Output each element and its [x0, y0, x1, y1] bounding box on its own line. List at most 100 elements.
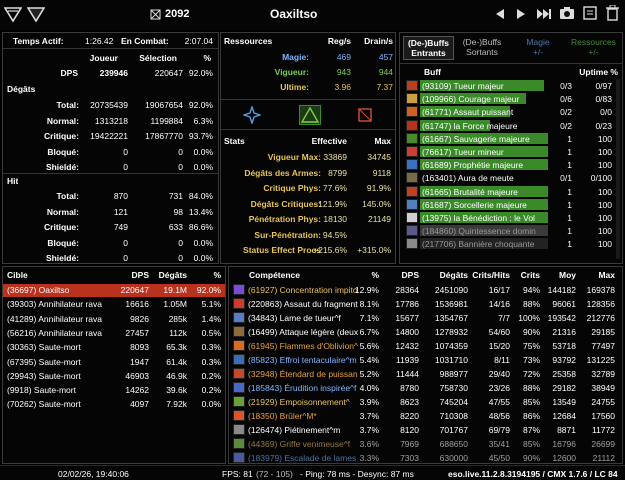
target-row[interactable]: (67395) Saute-mort 1947 61.4k 0.3%	[3, 356, 225, 369]
buff-row[interactable]: (13975) la Bénédiction : le Vol 1 100	[406, 212, 614, 224]
buff-count: 0/2	[560, 120, 572, 131]
resource-reg: 469	[336, 52, 351, 62]
magicka-stats-tab-icon[interactable]	[241, 104, 263, 126]
skill-pct: 3.7%	[359, 411, 379, 421]
skill-icon	[233, 438, 245, 449]
buff-count: 1	[567, 226, 572, 237]
skill-row[interactable]: (61945) Flammes d'Oblivion^f 5.6% 12432 107…	[229, 340, 622, 353]
skill-crithits: 29/40	[488, 369, 510, 379]
target-row[interactable]: (30363) Saute-mort 8093 65.3k 0.3%	[3, 341, 225, 354]
skill-icon	[233, 368, 245, 379]
target-damage: 112k	[169, 327, 187, 338]
skill-icon	[233, 284, 245, 295]
skill-row[interactable]: (44369) Griffe venimeuse^f 3.6% 7969 688650…	[229, 438, 622, 451]
skill-row[interactable]: (18350) Brûler^M* 3.7% 8220 710308 48/56 86% 1…	[229, 410, 622, 423]
stamina-stats-tab-icon[interactable]	[299, 105, 321, 125]
skill-damage: 2451090	[434, 285, 468, 295]
skill-avg: 193542	[547, 313, 576, 323]
skill-name: (16499) Attaque légère (deux	[248, 327, 358, 337]
tab-magicka[interactable]: Magie +/-	[512, 36, 564, 60]
health-stats-tab-icon[interactable]	[356, 106, 374, 124]
delete-icon[interactable]	[606, 4, 619, 21]
buff-icon	[406, 185, 418, 197]
skill-row[interactable]: (220863) Assaut du fragment^ 8.1% 17786 153…	[229, 298, 622, 311]
target-row[interactable]: (9918) Saute-mort 14262 39.6k 0.2%	[3, 384, 225, 397]
target-row[interactable]: (29943) Saute-mort 46903 46.9k 0.2%	[3, 370, 225, 383]
stat-max: 21149	[367, 214, 391, 224]
skill-avg: 25358	[552, 369, 576, 379]
skill-pct: 3.6%	[359, 439, 379, 449]
buff-row[interactable]: (61687) Sorcellerie majeure 1 100	[406, 198, 614, 211]
skill-dps: 28364	[395, 285, 419, 295]
next-fight-icon[interactable]	[515, 8, 527, 20]
col-player-header: Joueur	[89, 53, 118, 63]
target-name: (9918) Saute-mort	[7, 385, 76, 396]
skill-row[interactable]: (61927) Concentration impitoy 12.9% 28364 2…	[229, 284, 622, 297]
buff-count: 1	[567, 199, 572, 210]
target-pct-header: %	[213, 270, 221, 280]
stat-row-player: 0	[123, 162, 128, 172]
skill-crithits: 23/26	[488, 383, 510, 393]
skill-row[interactable]: (126474) Piétinement^m 3.7% 8120 701767 69/7…	[229, 424, 622, 437]
buff-row[interactable]: (109966) Courage majeur 0/6 0/83	[406, 93, 614, 105]
last-fight-icon[interactable]	[536, 8, 552, 20]
skill-row[interactable]: (85823) Effroi tentaculaire^m 5.4% 11939 10…	[229, 354, 622, 367]
skill-row[interactable]: (183979) Escalade de lames ru 3.3% 7303 630…	[229, 452, 622, 465]
screenshot-icon[interactable]	[559, 6, 575, 20]
stat-row-selection: 0	[178, 253, 183, 263]
reg-header: Reg/s	[327, 36, 351, 46]
skill-row[interactable]: (32948) Étendard de puissanc 5.2% 11444 988…	[229, 368, 622, 381]
target-col-header: Cible	[7, 270, 28, 280]
stat-row-selection: 1199884	[150, 115, 183, 126]
buff-row[interactable]: (93109) Tueur majeur 0/3 0/97	[406, 80, 614, 92]
stat-row-selection: 633	[168, 222, 183, 232]
skill-row[interactable]: (34843) Lame de tueur^f 7.1% 15677 1354767 7…	[229, 312, 622, 325]
buff-row[interactable]: (163401) Aura de meute 0/1 0/100	[406, 172, 614, 184]
skill-row[interactable]: (21929) Empoisonnement^ 3.9% 8623 745204 47/…	[229, 396, 622, 409]
buff-count: 1	[567, 239, 572, 250]
buff-row[interactable]: (61689) Prophétie majeure 1 100	[406, 159, 614, 171]
buff-name: (61747) la Force majeure	[422, 120, 518, 131]
target-damage: 46.9k	[166, 370, 187, 381]
skill-row[interactable]: (185843) Érudition inspirée^f 4.0% 8780 758…	[229, 382, 622, 395]
skill-damage: 1031710	[434, 355, 468, 365]
buff-row[interactable]: (217706) Bannière choquante 1 100	[406, 238, 614, 250]
buff-row[interactable]: (61667) Sauvagerie majeure 1 100	[406, 132, 614, 145]
tab-buffs-out[interactable]: (De-)Buffs Sortants	[456, 36, 508, 60]
skill-crit: 100%	[518, 313, 540, 323]
buff-row[interactable]: (61747) la Force majeure 0/2 0/23	[406, 119, 614, 132]
settings-icon[interactable]	[583, 6, 597, 20]
target-name: (70262) Saute-mort	[7, 399, 81, 410]
skill-row[interactable]: (16499) Attaque légère (deux 6.7% 14800 127…	[229, 326, 622, 339]
live-mode-icon[interactable]	[26, 5, 46, 23]
target-name: (30363) Saute-mort	[7, 342, 81, 353]
buff-row[interactable]: (76617) Tueur mineur 1 100	[406, 146, 614, 158]
skill-icon	[233, 424, 245, 435]
target-row[interactable]: (56216) Annihilateur rava 27457 112k 0.5%	[3, 327, 225, 340]
target-row[interactable]: (39303) Annihilateur rava 16616 1.05M 5.1%	[3, 298, 225, 311]
skill-name: (220863) Assaut du fragment^	[248, 299, 358, 309]
skill-pct: 8.1%	[359, 299, 379, 309]
stat-row-pct: 93.7%	[188, 131, 213, 141]
buff-icon	[406, 93, 418, 105]
buff-uptime: 100	[597, 147, 612, 157]
tab-buffs-in[interactable]: (De-)Buffs Entrants	[403, 36, 454, 60]
buff-icon	[406, 159, 418, 171]
target-row[interactable]: (41289) Annihilateur rava 9826 285k 1.4%	[3, 313, 225, 326]
buff-row[interactable]: (61771) Assaut puissant 0/2 0/0	[406, 106, 614, 118]
buff-row[interactable]: (61665) Brutalité majeure 1 100	[406, 185, 614, 198]
target-row[interactable]: (70262) Saute-mort 4097 7.92k 0.0%	[3, 398, 225, 411]
skill-icon	[233, 326, 245, 337]
buff-row[interactable]: (184860) Quintessence domin 1 100	[406, 225, 614, 237]
target-row[interactable]: (36697) Oaxiltso 220647 19.1M 92.0%	[3, 284, 225, 297]
target-name: (41289) Annihilateur rava	[7, 313, 102, 324]
previous-fight-icon[interactable]	[494, 8, 506, 20]
stat-row-player: 121	[113, 206, 128, 217]
skill-crit: 88%	[522, 383, 540, 393]
target-dps: 8093	[130, 342, 149, 353]
target-pct: 0.2%	[201, 385, 221, 396]
dps-player: 239946	[99, 68, 128, 78]
tab-resources[interactable]: Ressources +/-	[566, 36, 621, 60]
stats-title: Stats	[224, 136, 245, 146]
buff-scrollbar[interactable]	[616, 79, 620, 259]
